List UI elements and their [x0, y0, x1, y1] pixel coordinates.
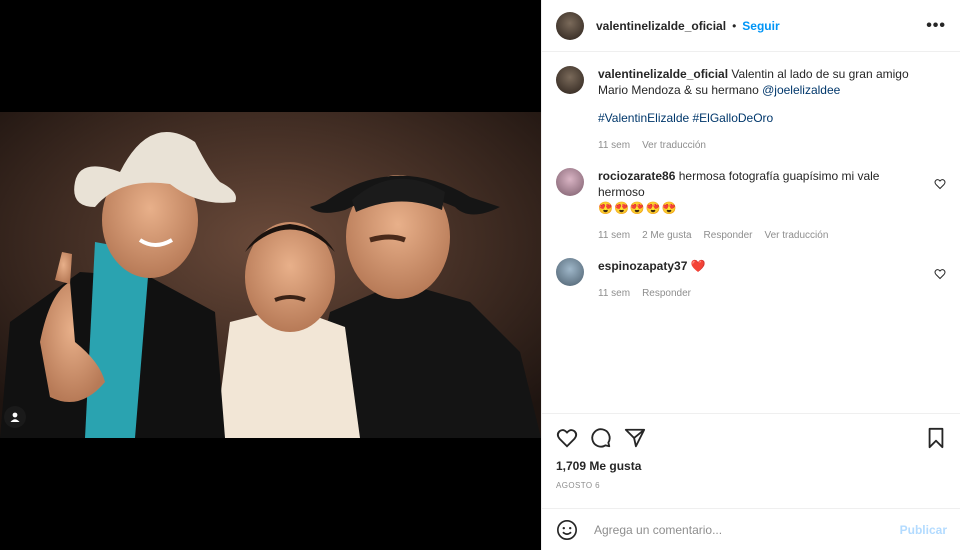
- comment-time[interactable]: 11 sem: [598, 228, 630, 244]
- comment-body: rociozarate86 hermosa fotografía guapísi…: [598, 168, 928, 244]
- comment-meta: 11 sem Responder: [598, 286, 928, 302]
- share-send-icon[interactable]: [624, 427, 646, 449]
- comment-like-heart-icon[interactable]: [934, 268, 946, 280]
- comment-translate-link[interactable]: Ver traducción: [764, 228, 828, 244]
- author-avatar[interactable]: [556, 11, 584, 40]
- caption-hashtags[interactable]: #ValentinElizalde #ElGalloDeOro: [598, 110, 928, 126]
- comment-avatar[interactable]: [556, 168, 584, 196]
- author-username[interactable]: valentinelizalde_oficial: [596, 19, 726, 33]
- comment-reply-link[interactable]: Responder: [704, 228, 753, 244]
- comment-heart-emoji: ❤️: [690, 259, 706, 273]
- action-icons: [556, 426, 947, 450]
- like-heart-icon[interactable]: [556, 427, 578, 449]
- caption-meta: 11 sem Ver traducción: [598, 138, 928, 154]
- caption-body: valentinelizalde_oficial Valentin al lad…: [598, 66, 928, 154]
- comments-scroll-area[interactable]: valentinelizalde_oficial Valentin al lad…: [542, 52, 960, 412]
- comment-emojis: 😍😍😍😍😍: [598, 201, 678, 215]
- save-bookmark-icon[interactable]: [925, 427, 947, 449]
- post-dialog: valentinelizalde_oficial • Seguir ••• va…: [0, 0, 960, 550]
- post-actions: 1,709 Me gusta AGOSTO 6: [542, 413, 960, 490]
- caption-mention-link[interactable]: @joelelizaldee: [762, 83, 840, 97]
- publish-button[interactable]: Publicar: [900, 523, 947, 537]
- comment-item: rociozarate86 hermosa fotografía guapísi…: [556, 168, 946, 244]
- comment-meta: 11 sem 2 Me gusta Responder Ver traducci…: [598, 228, 928, 244]
- post-date: AGOSTO 6: [556, 481, 600, 490]
- photo-illustration: [0, 112, 541, 438]
- post-side-panel: valentinelizalde_oficial • Seguir ••• va…: [541, 0, 960, 550]
- comment-like-heart-icon[interactable]: [934, 178, 946, 190]
- likes-count[interactable]: 1,709 Me gusta: [556, 459, 947, 473]
- user-tag-icon[interactable]: [4, 406, 26, 428]
- caption-username[interactable]: valentinelizalde_oficial: [598, 67, 728, 81]
- emoji-smiley-icon[interactable]: [556, 519, 578, 541]
- comment-input[interactable]: [592, 521, 886, 538]
- post-media: [0, 0, 541, 550]
- follow-button[interactable]: Seguir: [742, 19, 779, 33]
- caption-avatar[interactable]: [556, 66, 584, 94]
- comment-username[interactable]: rociozarate86: [598, 169, 675, 183]
- caption-row: valentinelizalde_oficial Valentin al lad…: [556, 66, 946, 154]
- comment-username[interactable]: espinozapaty37: [598, 259, 687, 273]
- comment-likes[interactable]: 2 Me gusta: [642, 228, 691, 244]
- caption-time[interactable]: 11 sem: [598, 138, 630, 154]
- more-options-icon[interactable]: •••: [926, 17, 946, 35]
- comment-time[interactable]: 11 sem: [598, 286, 630, 302]
- comment-bubble-icon[interactable]: [590, 427, 612, 449]
- post-header: valentinelizalde_oficial • Seguir •••: [542, 0, 960, 52]
- comment-reply-link[interactable]: Responder: [642, 286, 691, 302]
- comment-item: espinozapaty37 ❤️ 11 sem Responder: [556, 258, 946, 302]
- separator-dot: •: [732, 18, 737, 33]
- caption-translate-link[interactable]: Ver traducción: [642, 138, 706, 154]
- comment-avatar[interactable]: [556, 258, 584, 286]
- comment-body: espinozapaty37 ❤️ 11 sem Responder: [598, 258, 928, 302]
- post-photo[interactable]: [0, 112, 541, 438]
- add-comment-bar: Publicar: [542, 508, 960, 550]
